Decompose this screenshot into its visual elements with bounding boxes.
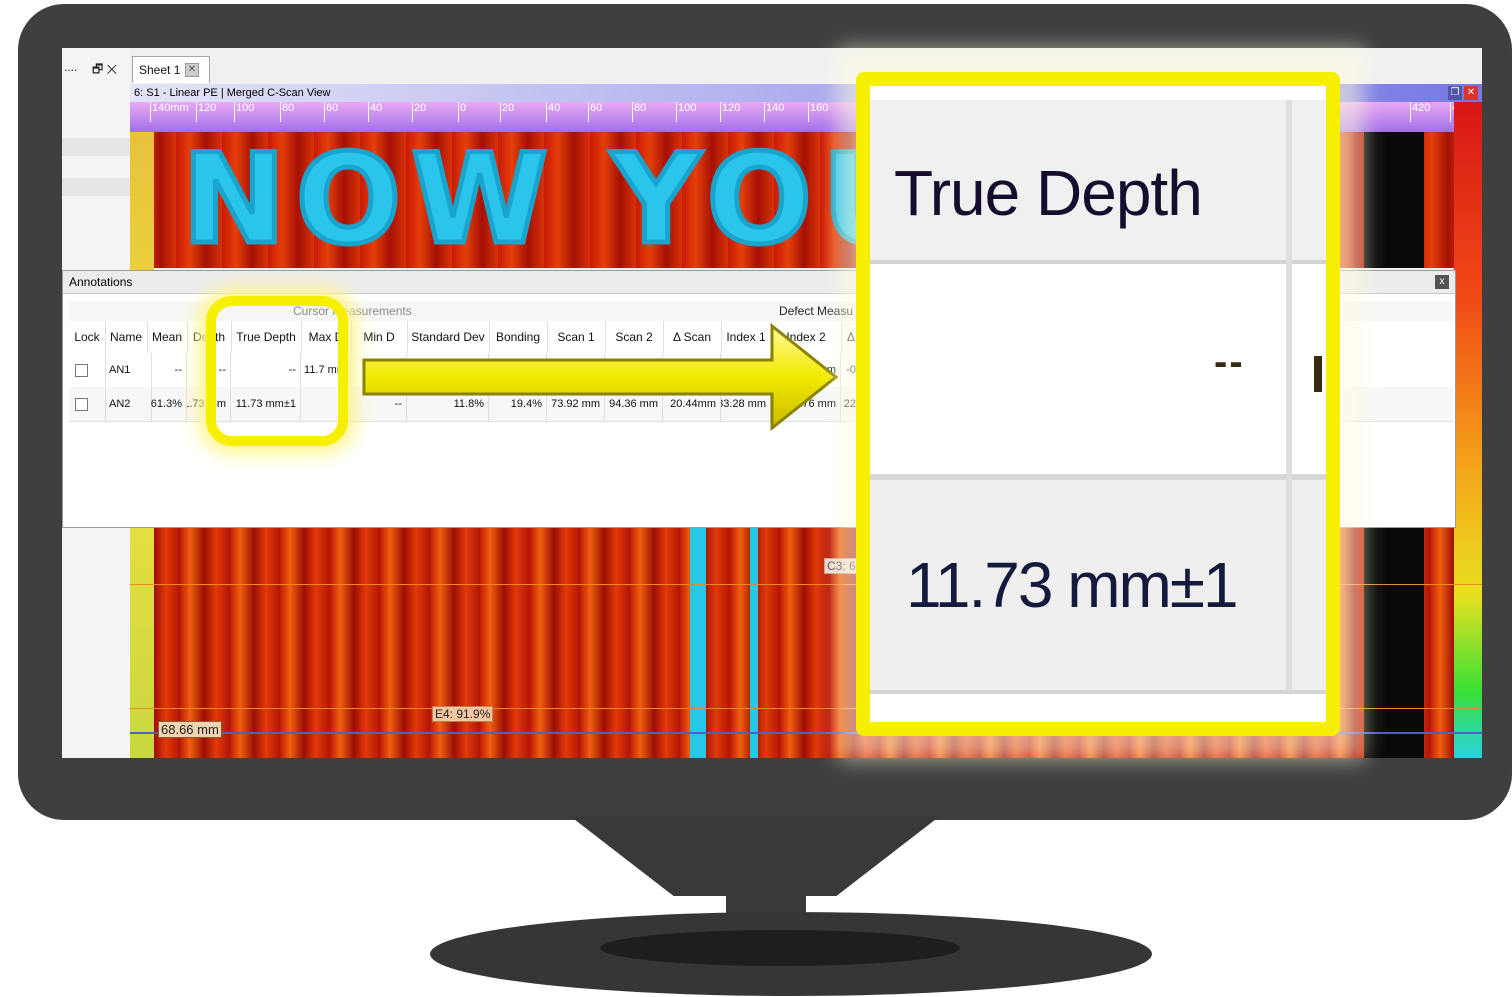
close-icon[interactable]: ✕ <box>1464 86 1478 100</box>
annotation-label-e4: E4: 91.9% <box>432 706 494 722</box>
ruler-tick-label: 60 <box>587 102 603 122</box>
ruler-tick-label: 160 <box>807 102 829 122</box>
color-scale-bar <box>1454 102 1482 758</box>
close-icon[interactable]: ✕ <box>185 63 199 77</box>
ruler-tick-label: 420 <box>1409 102 1431 122</box>
ruler-tick-label: 120 <box>195 102 217 122</box>
ruler-tick-label: 20 <box>499 102 515 122</box>
restore-icon[interactable]: ❐ <box>1448 86 1462 100</box>
zoom-row-1-value: -- <box>1214 340 1245 384</box>
lock-checkbox[interactable] <box>75 397 88 411</box>
annotations-title: Annotations <box>69 275 133 289</box>
cscan-cyan-band <box>690 520 706 758</box>
ruler-tick-label: 100 <box>233 102 255 122</box>
zoom-clipped-glyph <box>1314 356 1322 392</box>
zoom-row-1: -- <box>870 264 1326 480</box>
ruler-tick-label: 80 <box>279 102 295 122</box>
left-panel-row[interactable] <box>62 138 130 156</box>
table-cell[interactable] <box>69 353 106 387</box>
left-panel-tab-label: .... <box>64 60 78 74</box>
tab-sheet-1[interactable]: Sheet 1 ✕ <box>132 56 210 83</box>
restore-close-icons[interactable]: 🗗 ✕ <box>92 60 117 81</box>
arrow-icon <box>362 322 839 432</box>
table-cell-mean[interactable]: -- <box>147 353 187 387</box>
lock-checkbox[interactable] <box>75 363 88 377</box>
ruler-tick-label: 40 <box>545 102 561 122</box>
zoom-callout: True Depth -- 11.73 mm±1 <box>856 72 1340 736</box>
ruler-tick-label: 20 <box>411 102 427 122</box>
table-cell[interactable] <box>69 387 106 421</box>
table-cell-name[interactable]: AN2 <box>105 387 152 421</box>
ruler-tick-label: 140 <box>763 102 785 122</box>
zoom-header-cell: True Depth <box>870 100 1326 264</box>
view-title: 6: S1 - Linear PE | Merged C-Scan View <box>134 87 331 99</box>
cscan-cyan-band <box>750 520 758 758</box>
close-icon[interactable]: x <box>1435 275 1449 289</box>
monitor-base-shadow <box>600 930 960 966</box>
column-header[interactable]: Lock <box>69 321 106 353</box>
table-cell-name[interactable]: AN1 <box>105 353 152 387</box>
cscan-dark-region <box>1364 520 1424 758</box>
ruler-tick-label: 140mm <box>150 102 189 122</box>
left-panel-tab[interactable]: .... 🗗 ✕ <box>62 56 130 78</box>
left-panel-row[interactable] <box>62 178 130 196</box>
ruler-tick-label: 40 <box>367 102 383 122</box>
ruler-tick-label: 0 <box>457 102 467 122</box>
column-header[interactable]: Name <box>105 321 148 353</box>
zoom-column-separator <box>1286 100 1292 690</box>
highlight-true-depth-column <box>206 296 348 446</box>
column-header[interactable]: Mean <box>147 321 188 353</box>
tab-label: Sheet 1 <box>139 63 181 77</box>
ruler-tick-label: 80 <box>631 102 647 122</box>
ruler-tick-label: 60 <box>323 102 339 122</box>
ruler-tick-label: 100 <box>675 102 697 122</box>
zoom-row-2: 11.73 mm±1 <box>870 480 1326 694</box>
ruler-tick-label: 120 <box>719 102 741 122</box>
cursor-value-label: 68.66 mm <box>158 721 222 738</box>
table-cell-mean[interactable]: 61.3% <box>147 387 187 421</box>
zoom-row-2-value: 11.73 mm±1 <box>906 549 1239 621</box>
zoom-header-text: True Depth <box>894 157 1203 229</box>
cscan-dark-region <box>1364 132 1424 268</box>
